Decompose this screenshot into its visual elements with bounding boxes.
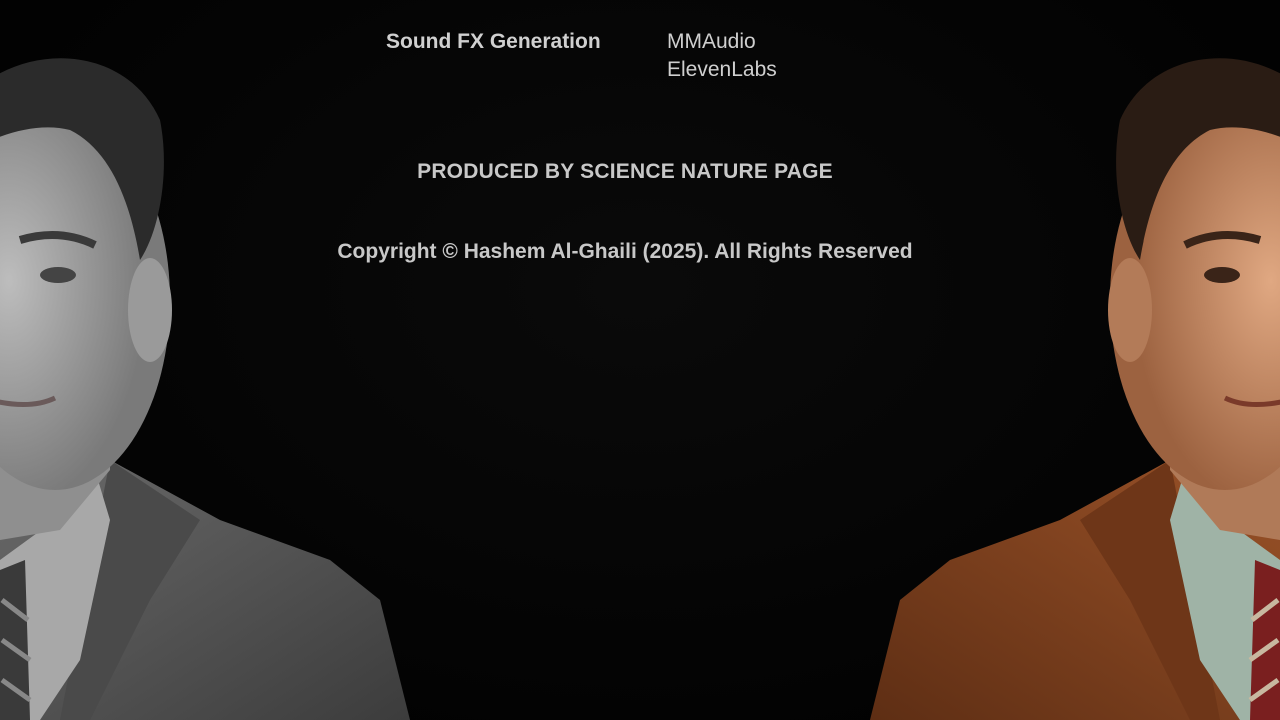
end-credits-frame: Sound FX Generation MMAudio ElevenLabs P… bbox=[0, 0, 1280, 720]
producer-line: PRODUCED BY SCIENCE NATURE PAGE bbox=[417, 160, 833, 183]
credit-name: ElevenLabs bbox=[667, 58, 777, 81]
sound-fx-credit: Sound FX Generation MMAudio ElevenLabs bbox=[386, 28, 777, 84]
color-portrait-image bbox=[860, 0, 1280, 720]
credit-name: MMAudio bbox=[667, 30, 756, 53]
copyright-line: Copyright © Hashem Al-Ghaili (2025). All… bbox=[337, 240, 913, 263]
credit-names: MMAudio ElevenLabs bbox=[667, 28, 777, 84]
grayscale-portrait-image bbox=[0, 0, 420, 720]
credit-role: Sound FX Generation bbox=[386, 30, 601, 53]
